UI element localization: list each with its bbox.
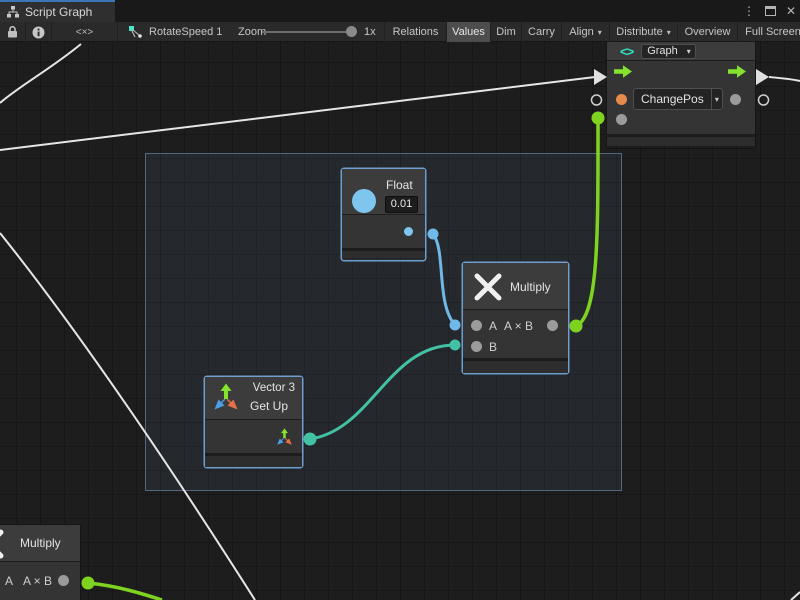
wire-white-out-of-graph-node[interactable] bbox=[769, 77, 800, 81]
float-node-footer bbox=[342, 248, 425, 258]
graph-node-left-ring-port[interactable] bbox=[592, 95, 602, 105]
value-output-port[interactable] bbox=[730, 94, 741, 105]
graph-hierarchy-icon bbox=[7, 6, 19, 18]
carry-button[interactable]: Carry bbox=[522, 22, 562, 42]
distribute-dropdown-button[interactable]: Distribute▾ bbox=[610, 22, 678, 42]
multiply2-a-label: A bbox=[5, 574, 13, 588]
multiply-b-label: B bbox=[489, 340, 497, 354]
vector3-node-footer bbox=[205, 453, 302, 467]
wire-endpoint-multiply-b[interactable] bbox=[450, 340, 461, 351]
multiply2-result-label: A × B bbox=[23, 574, 52, 588]
graph-event-node[interactable]: <> Graph ▾ ChangePos ▾ bbox=[607, 42, 755, 148]
vector3-node-header: Vector 3 Get Up bbox=[205, 377, 302, 420]
wire-endpoint-multiply-a[interactable] bbox=[450, 320, 461, 331]
graph-asset-icon bbox=[128, 25, 143, 39]
align-dropdown-button[interactable]: Align▾ bbox=[562, 22, 610, 42]
chevron-down-icon: ▾ bbox=[598, 28, 602, 37]
wire-endpoint-multiply2-out[interactable] bbox=[82, 577, 95, 590]
chevron-down-icon: ▾ bbox=[667, 28, 671, 37]
multiply2-node-title: Multiply bbox=[20, 536, 61, 550]
float-node[interactable]: Float 0.01 bbox=[342, 169, 425, 260]
multiply-a-label: A bbox=[489, 319, 497, 333]
multiply-icon bbox=[474, 273, 502, 301]
multiply-node[interactable]: Multiply A A × B B bbox=[463, 263, 568, 373]
script-graph-icon: <> bbox=[620, 44, 633, 59]
current-graph-indicator[interactable]: RotateSpeed 1 bbox=[128, 22, 222, 42]
wire-multiply2-out[interactable] bbox=[88, 583, 162, 600]
chevron-down-icon: ▾ bbox=[683, 45, 695, 58]
zoom-slider[interactable] bbox=[262, 31, 354, 33]
lock-icon bbox=[7, 26, 18, 38]
multiply-b-port[interactable] bbox=[471, 341, 482, 352]
tab-title: Script Graph bbox=[25, 5, 92, 19]
maximize-icon[interactable] bbox=[765, 6, 776, 16]
multiply-node-footer bbox=[463, 358, 568, 373]
multiply-a-port[interactable] bbox=[471, 320, 482, 331]
flow-out-arrow-icon[interactable] bbox=[728, 65, 746, 78]
wire-endpoint-float-out[interactable] bbox=[428, 229, 439, 240]
values-button[interactable]: Values bbox=[447, 22, 491, 42]
multiply-node-partial[interactable]: Multiply A A × B bbox=[0, 525, 80, 600]
multiply2-result-port[interactable] bbox=[58, 575, 69, 586]
lock-button[interactable] bbox=[0, 22, 26, 42]
graph-node-trigger-in-port[interactable] bbox=[594, 69, 607, 85]
float-type-icon bbox=[352, 189, 376, 213]
graph-dropdown[interactable]: Graph ▾ bbox=[641, 44, 696, 59]
multiply-icon bbox=[0, 529, 4, 559]
dim-button[interactable]: Dim bbox=[491, 22, 522, 42]
extra-input-port[interactable] bbox=[616, 114, 627, 125]
graph-toolbar: <×> RotateSpeed 1 Zoom 1x Relations Valu… bbox=[0, 22, 800, 42]
wire-white-into-graph-node[interactable] bbox=[0, 77, 595, 150]
vector3-node-subtitle: Get Up bbox=[250, 399, 288, 413]
script-graph-window: Script Graph ⋮ ✕ <×> bbox=[0, 0, 800, 600]
vector3-output-port-icon[interactable] bbox=[275, 428, 294, 447]
float-value-input[interactable]: 0.01 bbox=[385, 196, 418, 213]
graph-event-node-footer bbox=[607, 134, 755, 146]
info-icon bbox=[32, 26, 45, 39]
multiply-node-title: Multiply bbox=[510, 280, 551, 294]
wire-endpoint-multiply-out[interactable] bbox=[570, 320, 583, 333]
vector3-node-title: Vector 3 bbox=[253, 382, 295, 394]
relations-button[interactable]: Relations bbox=[384, 22, 447, 42]
wire-white-1[interactable] bbox=[0, 44, 81, 103]
flow-in-arrow-icon[interactable] bbox=[614, 65, 632, 78]
changepos-input-port[interactable] bbox=[616, 94, 627, 105]
multiply-result-label: A × B bbox=[504, 319, 533, 333]
code-literal-icon: <×> bbox=[76, 27, 94, 38]
wire-endpoint-vector3-out[interactable] bbox=[304, 433, 317, 446]
multiply-node-body: A A × B B bbox=[463, 310, 568, 358]
graph-node-right-ring-port[interactable] bbox=[759, 95, 769, 105]
graph-event-node-body: ChangePos ▾ bbox=[607, 61, 755, 134]
wire-endpoint-changepos-in[interactable] bbox=[592, 112, 605, 125]
changepos-dropdown[interactable]: ChangePos ▾ bbox=[633, 88, 723, 110]
overview-button[interactable]: Overview bbox=[678, 22, 738, 42]
multiply2-node-header: Multiply bbox=[0, 525, 80, 562]
graph-event-node-header: <> Graph ▾ bbox=[607, 42, 755, 61]
window-titlebar: Script Graph ⋮ ✕ bbox=[0, 0, 800, 22]
vector3-getup-node[interactable]: Vector 3 Get Up bbox=[205, 377, 302, 467]
multiply-node-header: Multiply bbox=[463, 263, 568, 310]
tab-script-graph[interactable]: Script Graph bbox=[0, 0, 115, 22]
float-node-title: Float bbox=[386, 178, 413, 192]
vector3-axes-icon bbox=[211, 383, 241, 413]
multiply-result-port[interactable] bbox=[547, 320, 558, 331]
info-button[interactable] bbox=[26, 22, 52, 42]
graph-canvas[interactable]: <> Graph ▾ ChangePos ▾ bbox=[0, 42, 800, 600]
code-view-button[interactable]: <×> bbox=[52, 22, 118, 42]
wire-white-corner[interactable] bbox=[791, 592, 800, 600]
zoom-slider-handle[interactable] bbox=[346, 26, 357, 37]
chevron-down-icon: ▾ bbox=[711, 89, 722, 109]
zoom-level-label: 1x bbox=[364, 22, 376, 42]
fullscreen-button[interactable]: Full Screen bbox=[738, 22, 800, 42]
float-node-header: Float 0.01 bbox=[342, 169, 425, 215]
window-menu-icon[interactable]: ⋮ bbox=[743, 4, 755, 18]
graph-node-trigger-out-port[interactable] bbox=[756, 69, 769, 85]
float-output-port[interactable] bbox=[404, 227, 413, 236]
multiply2-node-body: A A × B bbox=[0, 562, 80, 600]
close-icon[interactable]: ✕ bbox=[786, 4, 796, 18]
graph-name-label: RotateSpeed 1 bbox=[149, 26, 222, 38]
float-node-body bbox=[342, 215, 425, 248]
vector3-node-body bbox=[205, 420, 302, 453]
